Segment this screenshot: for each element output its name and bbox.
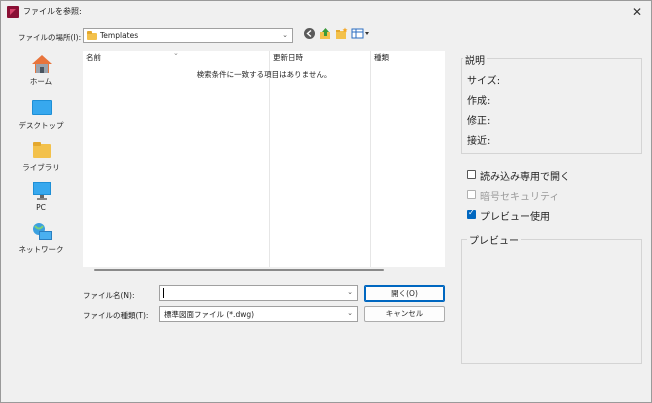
cancel-button[interactable]: キャンセル: [364, 306, 445, 322]
description-title: 説明: [463, 52, 487, 67]
file-browse-dialog: ファイルを参照: ✕ ファイルの場所(I): Templates ⌄ ホーム デ…: [0, 0, 652, 403]
filename-combobox[interactable]: ⌄: [159, 285, 358, 301]
new-folder-icon: [336, 27, 348, 39]
column-separator[interactable]: [370, 51, 371, 267]
library-icon: [33, 142, 51, 158]
place-home[interactable]: ホーム: [6, 54, 76, 94]
checkbox-box: [467, 170, 476, 179]
view-menu-button[interactable]: [351, 27, 371, 40]
new-folder-button[interactable]: [335, 27, 348, 40]
modified-label: 修正:: [467, 116, 491, 127]
checkbox-box: [467, 190, 476, 199]
column-header-label: 名前: [86, 53, 101, 62]
column-header-modified[interactable]: 更新日時: [270, 51, 370, 65]
desktop-icon: [32, 100, 52, 115]
back-button[interactable]: [303, 27, 316, 40]
preview-group: [461, 239, 642, 364]
filename-label: ファイル名(N):: [83, 291, 135, 300]
preview-title: プレビュー: [467, 232, 521, 247]
home-icon: [32, 55, 52, 73]
view-menu-icon: [351, 28, 369, 39]
place-library[interactable]: ライブラリ: [6, 140, 76, 180]
place-label: デスクトップ: [18, 121, 64, 130]
column-header-label: 種類: [374, 53, 389, 62]
column-header-label: 更新日時: [273, 53, 303, 62]
cancel-button-label: キャンセル: [385, 309, 424, 318]
encryption-security-checkbox[interactable]: 暗号セキュリティ: [467, 188, 637, 203]
read-only-checkbox[interactable]: 読み込み専用で開く: [467, 168, 637, 183]
open-button[interactable]: 開く(O): [364, 285, 445, 302]
column-separator[interactable]: [269, 51, 270, 267]
filetype-value: 標準図面ファイル (*.dwg): [164, 310, 255, 319]
network-icon: [33, 223, 52, 240]
file-list[interactable]: 名前 ⌄ 更新日時 種類 検索条件に一致する項目はありません。: [83, 49, 445, 267]
accessed-label: 接近:: [467, 136, 491, 147]
checkbox-label: 暗号セキュリティ: [480, 192, 560, 203]
folder-icon: [87, 31, 97, 40]
checkbox-label: 読み込み専用で開く: [480, 172, 570, 183]
place-label: PC: [36, 203, 46, 212]
place-network[interactable]: ネットワーク: [6, 222, 76, 262]
chevron-down-icon: ⌄: [347, 309, 353, 317]
use-preview-checkbox[interactable]: プレビュー使用: [467, 208, 637, 223]
app-icon: [7, 6, 19, 18]
checkbox-label: プレビュー使用: [480, 212, 550, 223]
horizontal-scrollbar[interactable]: [94, 269, 384, 271]
place-label: ホーム: [29, 77, 53, 86]
empty-message: 検索条件に一致する項目はありません。: [196, 70, 332, 79]
window-title: ファイルを参照:: [23, 7, 82, 16]
size-label: サイズ:: [467, 76, 501, 87]
up-folder-icon: [320, 28, 330, 39]
places-bar: ホーム デスクトップ ライブラリ PC ネットワーク: [6, 46, 76, 322]
title-bar: ファイルを参照: ✕: [1, 1, 651, 23]
chevron-down-icon: ⌄: [282, 31, 288, 39]
filetype-label: ファイルの種類(T):: [83, 311, 149, 320]
column-header-type[interactable]: 種類: [371, 51, 445, 65]
checkbox-box: [467, 208, 476, 219]
up-folder-button[interactable]: [319, 27, 332, 40]
created-label: 作成:: [467, 96, 491, 107]
filetype-combobox[interactable]: 標準図面ファイル (*.dwg) ⌄: [159, 306, 358, 322]
back-icon: [304, 28, 315, 39]
location-combobox[interactable]: Templates ⌄: [83, 28, 293, 43]
location-value: Templates: [100, 31, 139, 40]
open-button-label: 開く(O): [391, 289, 418, 298]
text-cursor: [163, 288, 164, 298]
close-button[interactable]: ✕: [629, 4, 645, 20]
place-label: ライブラリ: [22, 163, 60, 172]
place-desktop[interactable]: デスクトップ: [6, 98, 76, 138]
pc-icon: [33, 182, 51, 200]
sort-indicator-icon: ⌄: [173, 49, 179, 57]
location-label: ファイルの場所(I):: [18, 33, 82, 42]
place-pc[interactable]: PC: [6, 181, 76, 221]
place-label: ネットワーク: [18, 245, 64, 254]
close-icon: ✕: [631, 5, 643, 19]
chevron-down-icon: ⌄: [347, 288, 353, 296]
